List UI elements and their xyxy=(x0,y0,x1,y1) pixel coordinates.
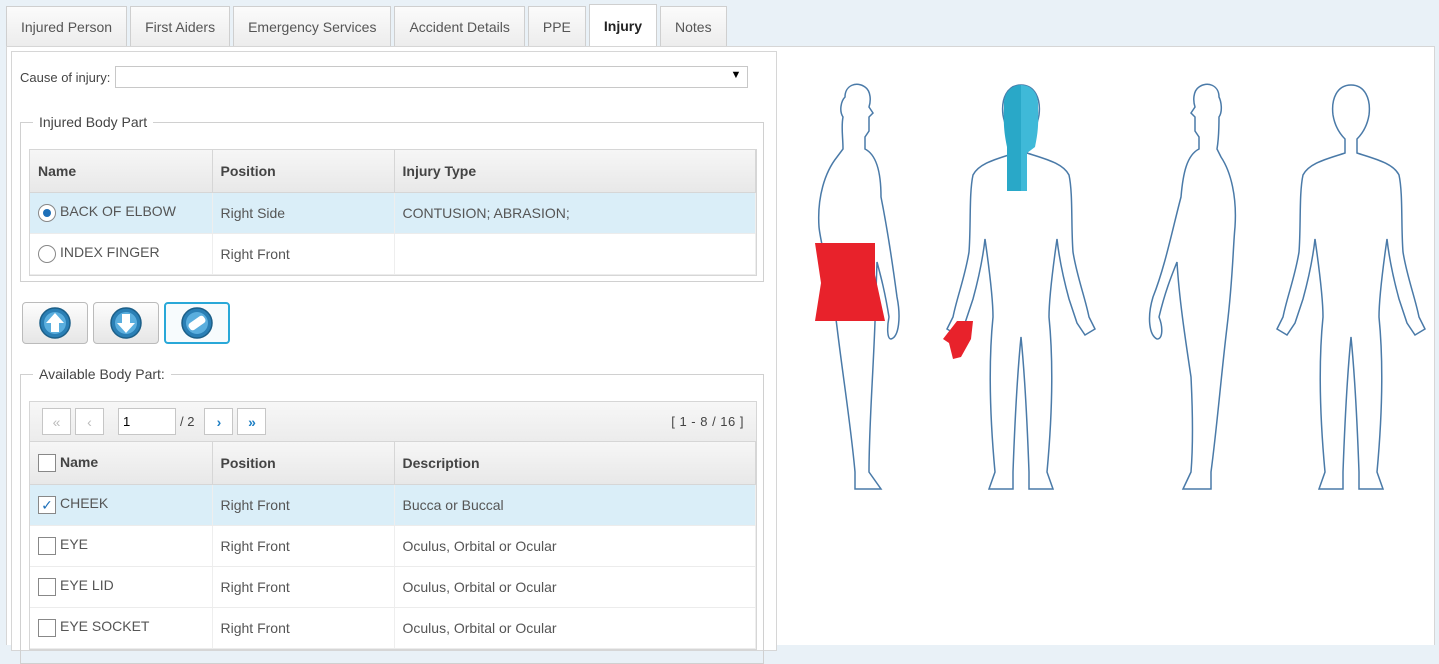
edit-button[interactable] xyxy=(164,302,230,344)
table-row[interactable]: BACK OF ELBOW Right Side CONTUSION; ABRA… xyxy=(30,192,756,234)
dropdown-arrow-icon: ▼ xyxy=(730,69,742,81)
arrow-up-icon xyxy=(39,307,71,339)
injured-fieldset: Injured Body Part Name Position Injury T… xyxy=(20,114,764,282)
prev-page-button[interactable]: ‹ xyxy=(75,408,104,435)
first-page-button[interactable]: « xyxy=(42,408,71,435)
table-row[interactable]: INDEX FINGER Right Front xyxy=(30,233,756,275)
tab-notes[interactable]: Notes xyxy=(660,6,727,47)
cell-description: Bucca or Buccal xyxy=(394,484,756,526)
body-diagram[interactable] xyxy=(807,77,1427,497)
cell-position: Right Front xyxy=(212,525,395,567)
arrow-down-icon xyxy=(110,307,142,339)
cell-position: Right Front xyxy=(212,233,395,275)
page-total: / 2 xyxy=(180,414,195,429)
injured-region-torso[interactable] xyxy=(815,243,885,321)
checkbox[interactable] xyxy=(38,536,56,555)
cell-description: Oculus, Orbital or Ocular xyxy=(394,566,756,608)
cause-label: Cause of injury: xyxy=(20,69,111,85)
cell-description: Oculus, Orbital or Ocular xyxy=(394,607,756,649)
cell-name: EYE SOCKET xyxy=(60,618,150,635)
cell-name: BACK OF ELBOW xyxy=(60,203,176,220)
cause-row: Cause of injury: ▼ xyxy=(20,66,749,88)
cell-name: CHEEK xyxy=(60,495,109,512)
cell-position: Right Front xyxy=(212,484,395,526)
table-row[interactable]: ✓ CHEEK Right Front Bucca or Buccal xyxy=(30,484,756,526)
col-name[interactable]: Name xyxy=(60,454,98,470)
eraser-icon xyxy=(181,307,213,339)
left-panel: Cause of injury: ▼ Injured Body Part Nam… xyxy=(11,51,777,664)
tab-first-aiders[interactable]: First Aiders xyxy=(130,6,231,47)
tab-emergency-services[interactable]: Emergency Services xyxy=(233,6,392,47)
col-position[interactable]: Position xyxy=(212,442,395,485)
body-figure-left-side[interactable] xyxy=(1148,83,1237,490)
available-grid: « ‹ / 2 › » [ 1 - 8 / 16 ] Name Position… xyxy=(29,401,757,650)
page-range: [ 1 - 8 / 16 ] xyxy=(671,414,744,429)
checkbox[interactable] xyxy=(38,577,56,596)
tab-injury[interactable]: Injury xyxy=(588,4,657,47)
tab-content: Cause of injury: ▼ Injured Body Part Nam… xyxy=(6,46,1435,664)
tab-injured-person[interactable]: Injured Person xyxy=(6,6,128,47)
body-figure-back[interactable] xyxy=(1276,84,1426,490)
injured-legend: Injured Body Part xyxy=(33,114,154,130)
cell-position: Right Front xyxy=(212,566,395,608)
page-input[interactable] xyxy=(118,408,176,435)
cell-injury-type: CONTUSION; ABRASION; xyxy=(394,192,756,234)
cell-name: EYE xyxy=(60,536,89,553)
table-row[interactable]: EYE SOCKET Right Front Oculus, Orbital o… xyxy=(30,607,756,649)
cell-injury-type xyxy=(394,233,756,275)
radio-icon[interactable] xyxy=(38,244,56,263)
checkbox[interactable] xyxy=(38,618,56,637)
pager: « ‹ / 2 › » [ 1 - 8 / 16 ] xyxy=(30,402,756,442)
cell-name: EYE LID xyxy=(60,577,114,594)
next-page-button[interactable]: › xyxy=(204,408,234,435)
radio-selected-icon[interactable] xyxy=(38,203,56,222)
move-up-button[interactable] xyxy=(22,302,88,344)
cause-select[interactable]: ▼ xyxy=(115,66,749,88)
action-buttons xyxy=(22,302,235,344)
tab-ppe[interactable]: PPE xyxy=(527,6,586,47)
col-name[interactable]: Name xyxy=(30,150,213,193)
table-row[interactable]: EYE Right Front Oculus, Orbital or Ocula… xyxy=(30,525,756,567)
select-all-checkbox[interactable] xyxy=(38,453,56,472)
last-page-button[interactable]: » xyxy=(237,408,267,435)
available-fieldset: Available Body Part: « ‹ / 2 › » [ 1 - 8… xyxy=(20,366,764,664)
col-description[interactable]: Description xyxy=(394,442,756,485)
table-row[interactable]: EYE LID Right Front Oculus, Orbital or O… xyxy=(30,566,756,608)
cell-position: Right Front xyxy=(212,607,395,649)
col-position[interactable]: Position xyxy=(212,150,395,193)
cell-description: Oculus, Orbital or Ocular xyxy=(394,525,756,567)
col-injury-type[interactable]: Injury Type xyxy=(394,150,756,193)
injured-grid: Name Position Injury Type BACK OF ELBOW … xyxy=(29,149,757,276)
cell-name: INDEX FINGER xyxy=(60,244,160,261)
checkbox-checked[interactable]: ✓ xyxy=(38,495,56,514)
cell-position: Right Side xyxy=(212,192,395,234)
available-legend: Available Body Part: xyxy=(33,366,171,382)
move-down-button[interactable] xyxy=(93,302,159,344)
tab-bar: Injured Person First Aiders Emergency Se… xyxy=(6,4,1435,47)
tab-accident-details[interactable]: Accident Details xyxy=(394,6,525,47)
